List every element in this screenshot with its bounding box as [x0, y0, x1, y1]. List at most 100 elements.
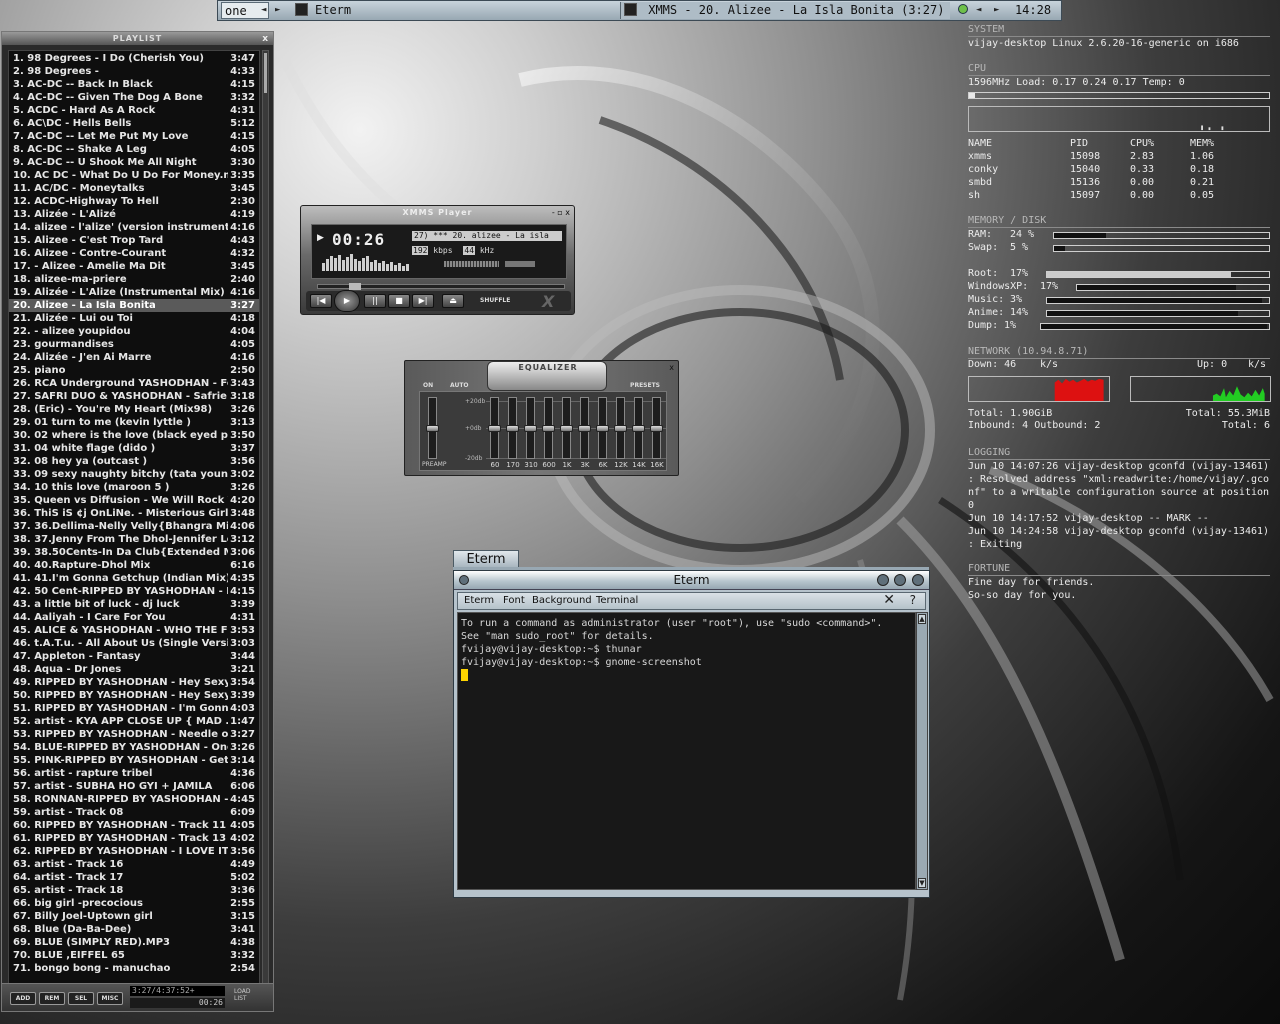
playlist-item[interactable]: 38. 37.Jenny From The Dhol-Jennifer Lop.… [9, 533, 259, 546]
playlist-item[interactable]: 29. 01 turn to me (kevin lyttle ) 3:13 [9, 416, 259, 429]
playlist-item[interactable]: 9. AC-DC -- U Shook Me All Night 3:30 [9, 156, 259, 169]
scroll-down-icon[interactable]: ▼ [918, 878, 926, 888]
eq-band-knob[interactable] [632, 425, 645, 432]
playlist-item[interactable]: 67. Billy Joel-Uptown girl 3:15 [9, 910, 259, 923]
playlist-item[interactable]: 27. SAFRI DUO & YASHODHAN - Safrie d... 3… [9, 390, 259, 403]
playlist-item[interactable]: 64. artist - Track 17 5:02 [9, 871, 259, 884]
panel-prev-arrow-icon[interactable]: ◄ [973, 2, 984, 19]
playlist-scroll-thumb[interactable] [264, 53, 267, 93]
eq-band-slider[interactable] [578, 397, 591, 459]
eq-band-slider[interactable] [560, 397, 573, 459]
playlist-item[interactable]: 15. Alizee - C'est Trop Tard 4:43 [9, 234, 259, 247]
playlist-item[interactable]: 25. piano 2:50 [9, 364, 259, 377]
eq-band-slider[interactable] [506, 397, 519, 459]
playlist-item[interactable]: 2. 98 Degrees - 4:33 [9, 65, 259, 78]
playlist-item[interactable]: 18. alizee-ma-priere 2:40 [9, 273, 259, 286]
shuffle-toggle[interactable]: SHUFFLE [480, 297, 510, 304]
seek-knob[interactable] [348, 283, 361, 290]
preamp-knob[interactable] [426, 425, 439, 432]
playlist-item[interactable]: 10. AC DC - What Do U Do For Money.mp3 3:… [9, 169, 259, 182]
equalizer-close-icon[interactable]: x [669, 363, 674, 372]
menu-terminal[interactable]: Terminal [596, 595, 638, 606]
playlist-item[interactable]: 68. Blue (Da-Ba-Dee) 3:41 [9, 923, 259, 936]
playlist-item[interactable]: 26. RCA Underground YASHODHAN - For... 3:… [9, 377, 259, 390]
playlist-item[interactable]: 65. artist - Track 18 3:36 [9, 884, 259, 897]
next-button[interactable]: ▶| [412, 294, 434, 308]
playlist-item[interactable]: 28. (Eric) - You're My Heart (Mix98) 3:26 [9, 403, 259, 416]
playlist-list[interactable]: 1. 98 Degrees - I Do (Cherish You) 3:47 2.… [8, 50, 260, 1005]
playlist-item[interactable]: 57. artist - SUBHA HO GYI + JAMILA 6:06 [9, 780, 259, 793]
previous-button[interactable]: |◀ [310, 294, 332, 308]
playlist-item[interactable]: 4. AC-DC -- Given The Dog A Bone 3:32 [9, 91, 259, 104]
playlist-item[interactable]: 19. Alizée - L'Alize (Instrumental Mix) 4… [9, 286, 259, 299]
playlist-item[interactable]: 69. BLUE (SIMPLY RED).MP3 4:38 [9, 936, 259, 949]
load-list-button[interactable]: LOAD LIST [234, 988, 254, 1002]
stop-button[interactable]: ■ [388, 294, 410, 308]
player-window-controls[interactable]: - ▫ x [552, 208, 570, 217]
playlist-item[interactable]: 1. 98 Degrees - I Do (Cherish You) 3:47 [9, 52, 259, 65]
playlist-item[interactable]: 3. AC-DC -- Back In Black 4:15 [9, 78, 259, 91]
playlist-item[interactable]: 34. 10 this love (maroon 5 ) 3:26 [9, 481, 259, 494]
volume-slider[interactable] [444, 261, 499, 267]
player-titlebar[interactable]: XMMS Player [301, 206, 574, 220]
pause-button[interactable]: || [364, 294, 386, 308]
playlist-titlebar[interactable]: PLAYLIST x [2, 32, 273, 45]
eq-band-slider[interactable] [596, 397, 609, 459]
playlist-item[interactable]: 6. AC\DC - Hells Bells 5:12 [9, 117, 259, 130]
eq-on-toggle[interactable]: ON [423, 382, 433, 389]
eterm-close-x-icon[interactable]: ✕ [883, 592, 895, 608]
eterm-help-icon[interactable]: ? [910, 593, 916, 607]
playlist-item[interactable]: 50. RIPPED BY YASHODHAN - Hey Sexy ... 3:… [9, 689, 259, 702]
playlist-item[interactable]: 53. RIPPED BY YASHODHAN - Needle on it 3:… [9, 728, 259, 741]
playlist-item[interactable]: 71. bongo bong - manuchao 2:54 [9, 962, 259, 975]
menu-font[interactable]: Font [503, 595, 525, 606]
playlist-item[interactable]: 7. AC-DC -- Let Me Put My Love 4:15 [9, 130, 259, 143]
eq-band-knob[interactable] [524, 425, 537, 432]
playlist-item[interactable]: 66. big girl -precocious 2:55 [9, 897, 259, 910]
minimize-icon[interactable] [877, 574, 889, 586]
playlist-item[interactable]: 47. Appleton - Fantasy 3:44 [9, 650, 259, 663]
seek-bar[interactable] [317, 283, 565, 290]
playlist-scrollbar[interactable] [262, 50, 269, 1005]
eq-band-slider[interactable] [524, 397, 537, 459]
remove-button[interactable]: REM [39, 992, 65, 1005]
playlist-item[interactable]: 33. 09 sexy naughty bitchy (tata young )… [9, 468, 259, 481]
eq-band-knob[interactable] [560, 425, 573, 432]
playlist-item[interactable]: 41. 41.I'm Gonna Getchup (Indian Mix)-Sh… [9, 572, 259, 585]
eterm-titlebar[interactable]: Eterm [454, 571, 929, 590]
playlist-item[interactable]: 54. BLUE-RIPPED BY YASHODHAN - One... 3:2… [9, 741, 259, 754]
panel-clock[interactable]: 14:28 [1008, 2, 1058, 19]
terminal-launcher-icon[interactable] [292, 2, 308, 19]
terminal-scrollbar[interactable]: ▲ ▼ [916, 612, 928, 890]
balance-slider[interactable] [505, 261, 535, 267]
playlist-item[interactable]: 35. Queen vs Diffusion - We Will Rock Yo… [9, 494, 259, 507]
eq-band-knob[interactable] [614, 425, 627, 432]
eject-button[interactable]: ⏏ [442, 294, 464, 308]
playlist-item[interactable]: 60. RIPPED BY YASHODHAN - Track 11 4:05 [9, 819, 259, 832]
playlist-item[interactable]: 44. Aaliyah - I Care For You 4:31 [9, 611, 259, 624]
playlist-item[interactable]: 42. 50 Cent-RIPPED BY YASHODHAN - P... 4:… [9, 585, 259, 598]
playlist-item[interactable]: 56. artist - rapture tribel 4:36 [9, 767, 259, 780]
menu-background[interactable]: Background [532, 595, 592, 606]
eq-auto-toggle[interactable]: AUTO [450, 382, 469, 389]
playlist-item[interactable]: 49. RIPPED BY YASHODHAN - Hey Sexy ... 3:… [9, 676, 259, 689]
playlist-item[interactable]: 46. t.A.T.u. - All About Us (Single Vers… [9, 637, 259, 650]
playlist-item[interactable]: 48. Aqua - Dr Jones 3:21 [9, 663, 259, 676]
eq-band-knob[interactable] [596, 425, 609, 432]
preamp-slider[interactable] [426, 397, 439, 459]
playlist-item[interactable]: 14. alizee - l'alize' (version instrumen… [9, 221, 259, 234]
close-icon[interactable] [912, 574, 924, 586]
playlist-item[interactable]: 39. 38.50Cents-In Da Club{Extended Mix} 3… [9, 546, 259, 559]
playlist-item[interactable]: 55. PINK-RIPPED BY YASHODHAN - Get ... 3:… [9, 754, 259, 767]
menu-eterm[interactable]: Eterm [464, 595, 494, 606]
eq-band-slider[interactable] [488, 397, 501, 459]
eq-band-slider[interactable] [632, 397, 645, 459]
play-button[interactable]: ▶ [334, 290, 360, 312]
playlist-item[interactable]: 70. BLUE ,EIFFEL 65 3:32 [9, 949, 259, 962]
playlist-item[interactable]: 5. ACDC - Hard As A Rock 4:31 [9, 104, 259, 117]
eq-band-slider[interactable] [650, 397, 663, 459]
visualizer-icon[interactable] [322, 251, 412, 271]
playlist-item[interactable]: 45. ALICE & YASHODHAN - WHO THE FU... 3:5… [9, 624, 259, 637]
playlist-item[interactable]: 30. 02 where is the love (black eyed pea… [9, 429, 259, 442]
playlist-item[interactable]: 11. AC/DC - Moneytalks 3:45 [9, 182, 259, 195]
